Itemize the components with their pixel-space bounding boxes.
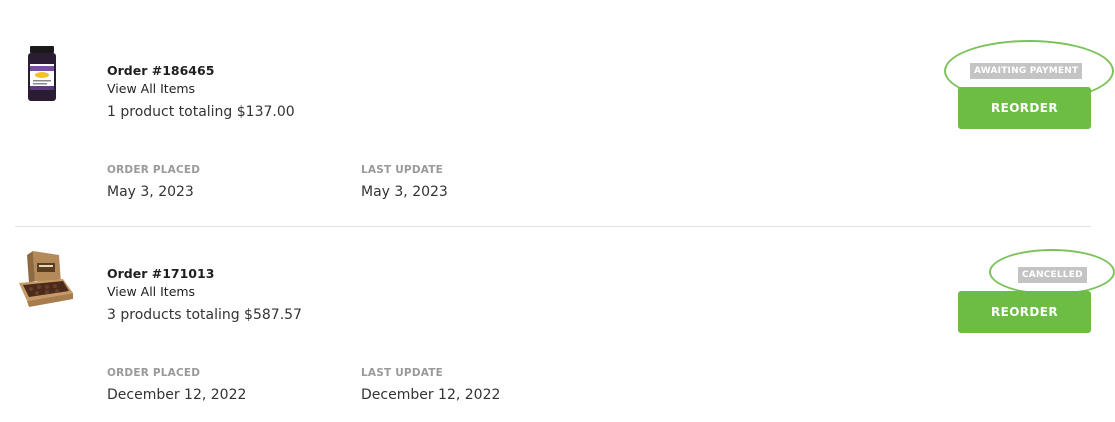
order-card: Order #186465 View All Items 1 product t… xyxy=(0,0,1115,226)
status-badge: AWAITING PAYMENT xyxy=(970,63,1083,79)
order-card: Order #171013 View All Items 3 products … xyxy=(0,227,1115,422)
order-number: Order #171013 xyxy=(107,266,215,281)
order-history-list: Order #186465 View All Items 1 product t… xyxy=(0,0,1115,422)
order-placed-label: ORDER PLACED xyxy=(107,367,201,379)
order-number: Order #186465 xyxy=(107,63,215,78)
reorder-button[interactable]: REORDER xyxy=(958,87,1091,129)
last-update-label: LAST UPDATE xyxy=(361,164,443,176)
order-summary: 1 product totaling $137.00 xyxy=(107,104,295,120)
view-all-items-link[interactable]: View All Items xyxy=(107,81,195,96)
order-summary: 3 products totaling $587.57 xyxy=(107,307,302,323)
last-update-date: December 12, 2022 xyxy=(361,387,501,403)
last-update-label: LAST UPDATE xyxy=(361,367,443,379)
view-all-items-link[interactable]: View All Items xyxy=(107,284,195,299)
product-thumbnail[interactable] xyxy=(22,44,62,106)
reorder-button[interactable]: REORDER xyxy=(958,291,1091,333)
order-placed-date: December 12, 2022 xyxy=(107,387,247,403)
order-placed-date: May 3, 2023 xyxy=(107,184,194,200)
product-thumbnail[interactable] xyxy=(15,249,77,311)
last-update-date: May 3, 2023 xyxy=(361,184,448,200)
status-badge: CANCELLED xyxy=(1018,267,1087,283)
order-placed-label: ORDER PLACED xyxy=(107,164,201,176)
